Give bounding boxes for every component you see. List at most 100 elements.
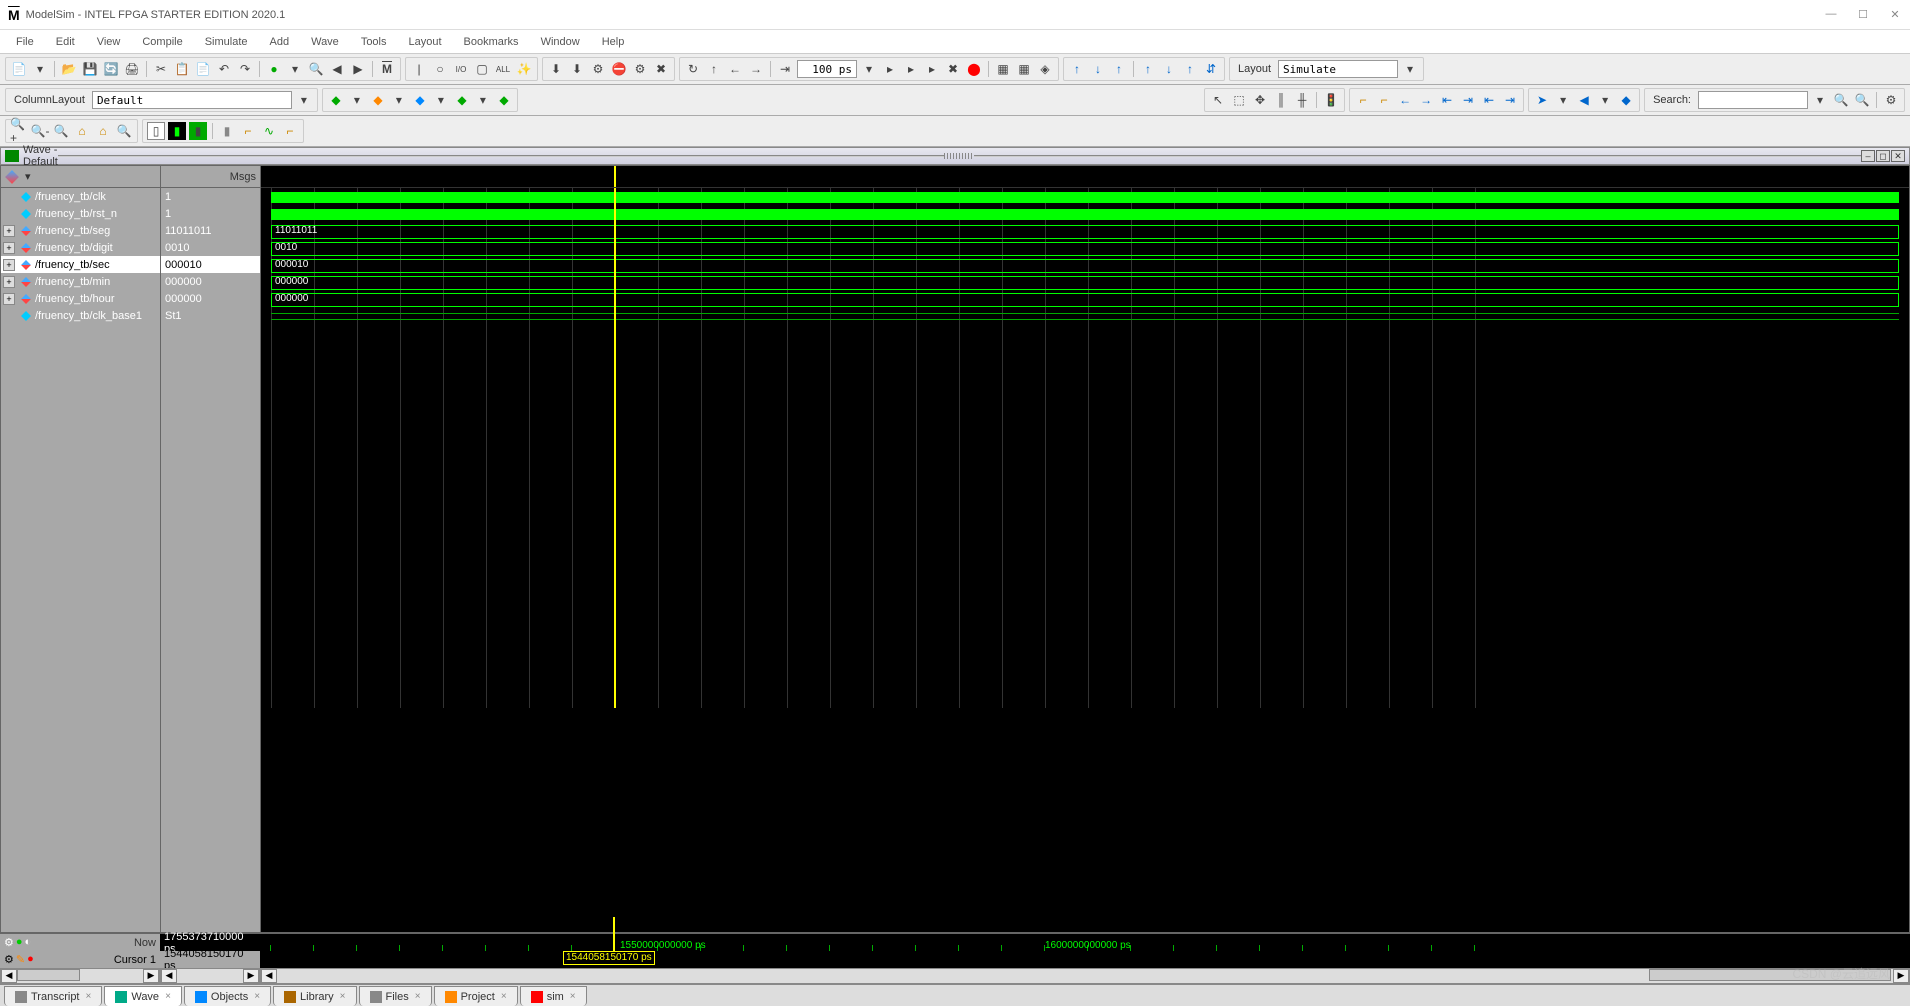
- edge3-icon[interactable]: ←: [1396, 91, 1414, 109]
- fmt2-icon[interactable]: ▮: [168, 122, 186, 140]
- waveform-area[interactable]: 110110110010000010000000000000: [261, 166, 1909, 932]
- add-icon[interactable]: ●: [265, 60, 283, 78]
- msgs-scrollbar[interactable]: ◀▶: [160, 968, 260, 984]
- compile-all-icon[interactable]: ⬇: [568, 60, 586, 78]
- diamond-icon[interactable]: [5, 170, 19, 184]
- names-scrollbar[interactable]: ◀▶: [0, 968, 160, 984]
- fmt4-icon[interactable]: ▮: [218, 122, 236, 140]
- cut-icon[interactable]: ✂: [152, 60, 170, 78]
- break-sim-icon[interactable]: ✖: [944, 60, 962, 78]
- cursor-line[interactable]: [614, 188, 616, 708]
- cov2-icon[interactable]: ▦: [1015, 60, 1033, 78]
- tab-close-icon[interactable]: ×: [570, 991, 576, 1002]
- zoom-c2-icon[interactable]: ⌂: [94, 122, 112, 140]
- cov-icon[interactable]: ▦: [994, 60, 1012, 78]
- edge6-icon[interactable]: ⇥: [1459, 91, 1477, 109]
- zoom-in-icon[interactable]: 🔍+: [10, 122, 28, 140]
- expand-icon[interactable]: +: [3, 259, 15, 271]
- edge8-icon[interactable]: ⇥: [1501, 91, 1519, 109]
- signal-row[interactable]: +/fruency_tb/min: [1, 273, 160, 290]
- foot-icon4[interactable]: ⚙: [4, 953, 14, 966]
- pointer-icon[interactable]: ↖: [1209, 91, 1227, 109]
- open-icon[interactable]: 📂: [60, 60, 78, 78]
- search-prev-icon[interactable]: 🔍: [1832, 91, 1850, 109]
- fmt3-icon[interactable]: ▮: [189, 122, 207, 140]
- maximize-button[interactable]: ☐: [1856, 8, 1870, 21]
- drv2-icon[interactable]: ◀: [1575, 91, 1593, 109]
- sim2-icon[interactable]: ⚙: [631, 60, 649, 78]
- foot-icon5[interactable]: ✎: [16, 953, 25, 966]
- nav1-icon[interactable]: ↑: [1068, 60, 1086, 78]
- signal-row[interactable]: /fruency_tb/clk: [1, 188, 160, 205]
- save-icon[interactable]: 💾: [81, 60, 99, 78]
- literal-icon[interactable]: |: [410, 60, 428, 78]
- edge4-icon[interactable]: →: [1417, 91, 1435, 109]
- grp3-icon[interactable]: ◆: [411, 91, 429, 109]
- tab-files[interactable]: Files×: [359, 986, 432, 1006]
- foot-icon6[interactable]: ●: [27, 953, 34, 966]
- signal-row[interactable]: +/fruency_tb/digit: [1, 239, 160, 256]
- menu-tools[interactable]: Tools: [351, 34, 397, 50]
- tab-objects[interactable]: Objects×: [184, 986, 271, 1006]
- run-cont-icon[interactable]: ▸: [902, 60, 920, 78]
- edge1-icon[interactable]: ⌐: [1354, 91, 1372, 109]
- wand-icon[interactable]: ✨: [515, 60, 533, 78]
- tab-close-icon[interactable]: ×: [340, 991, 346, 1002]
- edge5-icon[interactable]: ⇤: [1438, 91, 1456, 109]
- tab-close-icon[interactable]: ×: [254, 991, 260, 1002]
- mem-icon[interactable]: M: [378, 60, 396, 78]
- tab-sim[interactable]: sim×: [520, 986, 587, 1006]
- expand-icon[interactable]: +: [3, 225, 15, 237]
- fmt6-icon[interactable]: ∿: [260, 122, 278, 140]
- signal-row[interactable]: +/fruency_tb/sec: [1, 256, 160, 273]
- search-opt-icon[interactable]: ⚙: [1882, 91, 1900, 109]
- tab-close-icon[interactable]: ×: [165, 991, 171, 1002]
- redo-icon[interactable]: ↷: [236, 60, 254, 78]
- menu-simulate[interactable]: Simulate: [195, 34, 258, 50]
- break-icon[interactable]: ⛔: [610, 60, 628, 78]
- run-back-icon[interactable]: ←: [726, 60, 744, 78]
- foot-icon1[interactable]: ⚙: [4, 936, 14, 949]
- search-input[interactable]: [1698, 91, 1808, 109]
- zoom-full-icon[interactable]: 🔍: [52, 122, 70, 140]
- grp4-icon[interactable]: ◆: [453, 91, 471, 109]
- stop-icon[interactable]: ✖: [652, 60, 670, 78]
- menu-add[interactable]: Add: [260, 34, 300, 50]
- menu-wave[interactable]: Wave: [301, 34, 349, 50]
- nav4-icon[interactable]: ↑: [1139, 60, 1157, 78]
- find-icon[interactable]: 🔍: [307, 60, 325, 78]
- cursor-readout[interactable]: 1544058150170 ps: [563, 951, 655, 965]
- bars2-icon[interactable]: ╫: [1293, 91, 1311, 109]
- menu-edit[interactable]: Edit: [46, 34, 85, 50]
- foot-icon3[interactable]: ◐: [25, 936, 32, 949]
- all-icon[interactable]: ALL: [494, 60, 512, 78]
- zoom-out-icon[interactable]: 🔍-: [31, 122, 49, 140]
- undo-icon[interactable]: ↶: [215, 60, 233, 78]
- search-next-icon[interactable]: 🔍: [1853, 91, 1871, 109]
- cov3-icon[interactable]: ◈: [1036, 60, 1054, 78]
- net-icon[interactable]: ▢: [473, 60, 491, 78]
- restart-icon[interactable]: ↻: [684, 60, 702, 78]
- grp5-icon[interactable]: ◆: [495, 91, 513, 109]
- paste-icon[interactable]: 📄: [194, 60, 212, 78]
- tab-close-icon[interactable]: ×: [501, 991, 507, 1002]
- tab-wave[interactable]: Wave×: [104, 986, 182, 1006]
- panel-min-icon[interactable]: –: [1861, 150, 1875, 162]
- drv1-icon[interactable]: ➤: [1533, 91, 1551, 109]
- signal-row[interactable]: +/fruency_tb/seg: [1, 222, 160, 239]
- fmt7-icon[interactable]: ⌐: [281, 122, 299, 140]
- nav7-icon[interactable]: ⇵: [1202, 60, 1220, 78]
- expand-icon[interactable]: +: [3, 293, 15, 305]
- sim-icon[interactable]: ⚙: [589, 60, 607, 78]
- next-icon[interactable]: ▶: [349, 60, 367, 78]
- wave-body[interactable]: 110110110010000010000000000000: [261, 188, 1909, 708]
- nav3-icon[interactable]: ↑: [1110, 60, 1128, 78]
- cursor-line[interactable]: [614, 166, 616, 187]
- panel-close-icon[interactable]: ✕: [1891, 150, 1905, 162]
- edge7-icon[interactable]: ⇤: [1480, 91, 1498, 109]
- select-icon[interactable]: ⬚: [1230, 91, 1248, 109]
- menu-bookmarks[interactable]: Bookmarks: [454, 34, 529, 50]
- foot-icon2[interactable]: ●: [16, 936, 23, 949]
- compile-icon[interactable]: ⬇: [547, 60, 565, 78]
- signal-row[interactable]: /fruency_tb/clk_base1: [1, 307, 160, 324]
